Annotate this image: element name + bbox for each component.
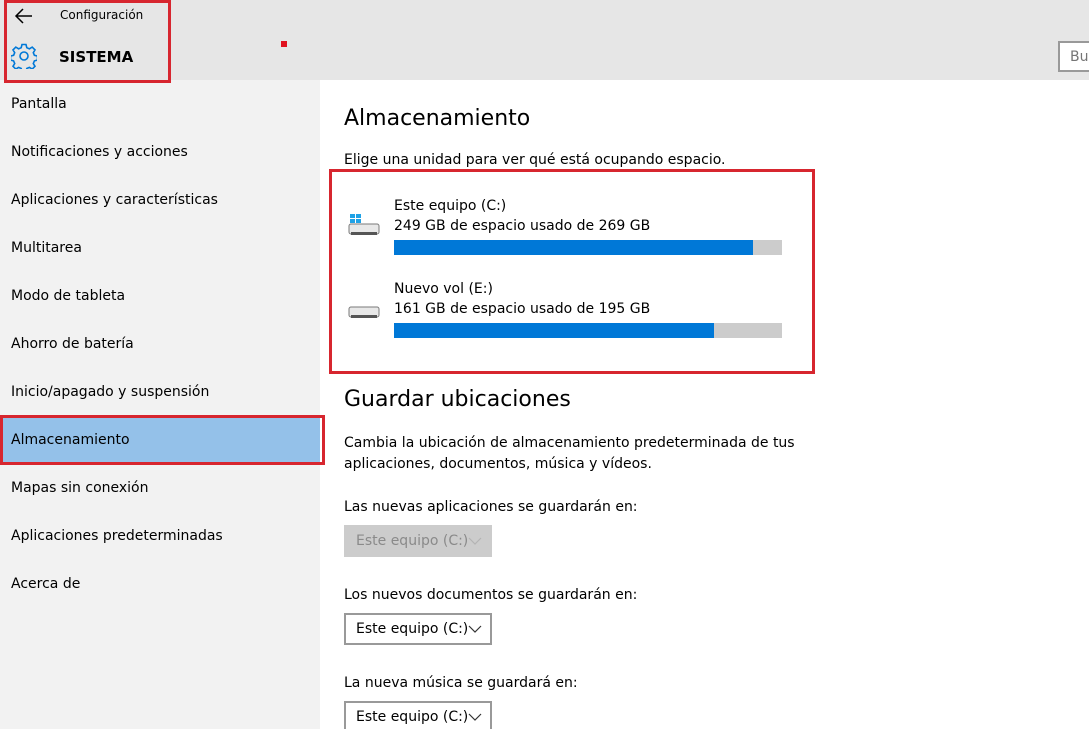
sidebar-item-almacenamiento[interactable]: Almacenamiento (0, 416, 320, 464)
drive-name: Este equipo (C:) (394, 198, 507, 214)
sidebar-item-aplicaciones[interactable]: Aplicaciones y características (0, 176, 320, 224)
dropdown-value: Este equipo (C:) (356, 533, 469, 549)
sidebar-item-modo-tableta[interactable]: Modo de tableta (0, 272, 320, 320)
sidebar-item-label: Mapas sin conexión (11, 480, 149, 496)
sidebar-item-notificaciones[interactable]: Notificaciones y acciones (0, 128, 320, 176)
usage-bar-fill (394, 323, 715, 338)
drive-icon (348, 306, 380, 318)
sidebar-item-label: Aplicaciones y características (11, 192, 218, 208)
docs-location-dropdown[interactable]: Este equipo (C:) (344, 613, 492, 645)
sidebar-item-label: Acerca de (11, 576, 81, 592)
sidebar-item-label: Almacenamiento (11, 432, 130, 448)
storage-heading: Almacenamiento (344, 106, 531, 131)
sidebar-item-label: Modo de tableta (11, 288, 126, 304)
docs-location-label: Los nuevos documentos se guardarán en: (344, 587, 638, 603)
usage-bar-fill (394, 240, 754, 255)
main-content: Almacenamiento Elige una unidad para ver… (320, 80, 1089, 729)
save-locations-heading: Guardar ubicaciones (344, 387, 571, 412)
storage-description: Elige una unidad para ver qué está ocupa… (344, 152, 726, 168)
music-location-label: La nueva música se guardará en: (344, 675, 578, 691)
sidebar-item-inicio-apagado[interactable]: Inicio/apagado y suspensión (0, 368, 320, 416)
gear-icon (11, 43, 37, 69)
chevron-down-icon (468, 713, 482, 721)
drive-c[interactable]: Este equipo (C:) 249 GB de espacio usado… (344, 198, 784, 268)
sidebar-item-label: Multitarea (11, 240, 82, 256)
chevron-down-icon (468, 625, 482, 633)
sidebar-item-label: Pantalla (11, 96, 67, 112)
search-box[interactable] (1058, 41, 1089, 72)
apps-location-label: Las nuevas aplicaciones se guardarán en: (344, 499, 638, 515)
title-bar: Configuración SISTEMA (0, 0, 1089, 80)
usage-bar (394, 323, 782, 338)
chevron-down-icon (468, 537, 482, 545)
sidebar-item-ahorro-bateria[interactable]: Ahorro de batería (0, 320, 320, 368)
save-locations-description: Cambia la ubicación de almacenamiento pr… (344, 435, 795, 451)
sidebar-item-multitarea[interactable]: Multitarea (0, 224, 320, 272)
sidebar-item-mapas[interactable]: Mapas sin conexión (0, 464, 320, 512)
back-arrow-icon[interactable] (14, 7, 34, 25)
sidebar-item-label: Inicio/apagado y suspensión (11, 384, 210, 400)
drive-name: Nuevo vol (E:) (394, 281, 493, 297)
app-title: Configuración (60, 8, 144, 22)
drive-usage: 249 GB de espacio usado de 269 GB (394, 218, 651, 234)
music-location-dropdown[interactable]: Este equipo (C:) (344, 701, 492, 729)
windows-drive-icon (348, 214, 380, 235)
sidebar-item-label: Ahorro de batería (11, 336, 134, 352)
sidebar-item-label: Aplicaciones predeterminadas (11, 528, 223, 544)
section-title: SISTEMA (59, 48, 134, 66)
sidebar-item-acerca-de[interactable]: Acerca de (0, 560, 320, 608)
usage-bar (394, 240, 782, 255)
sidebar-item-label: Notificaciones y acciones (11, 144, 188, 160)
red-marker (281, 41, 287, 47)
drive-e[interactable]: Nuevo vol (E:) 161 GB de espacio usado d… (344, 281, 784, 351)
sidebar-item-aplicaciones-predeterminadas[interactable]: Aplicaciones predeterminadas (0, 512, 320, 560)
sidebar: Pantalla Notificaciones y acciones Aplic… (0, 80, 320, 729)
drive-usage: 161 GB de espacio usado de 195 GB (394, 301, 651, 317)
search-input[interactable] (1060, 43, 1089, 70)
apps-location-dropdown: Este equipo (C:) (344, 525, 492, 557)
dropdown-value: Este equipo (C:) (356, 621, 469, 637)
sidebar-item-pantalla[interactable]: Pantalla (0, 80, 320, 128)
save-locations-description: aplicaciones, documentos, música y vídeo… (344, 456, 652, 472)
dropdown-value: Este equipo (C:) (356, 709, 469, 725)
